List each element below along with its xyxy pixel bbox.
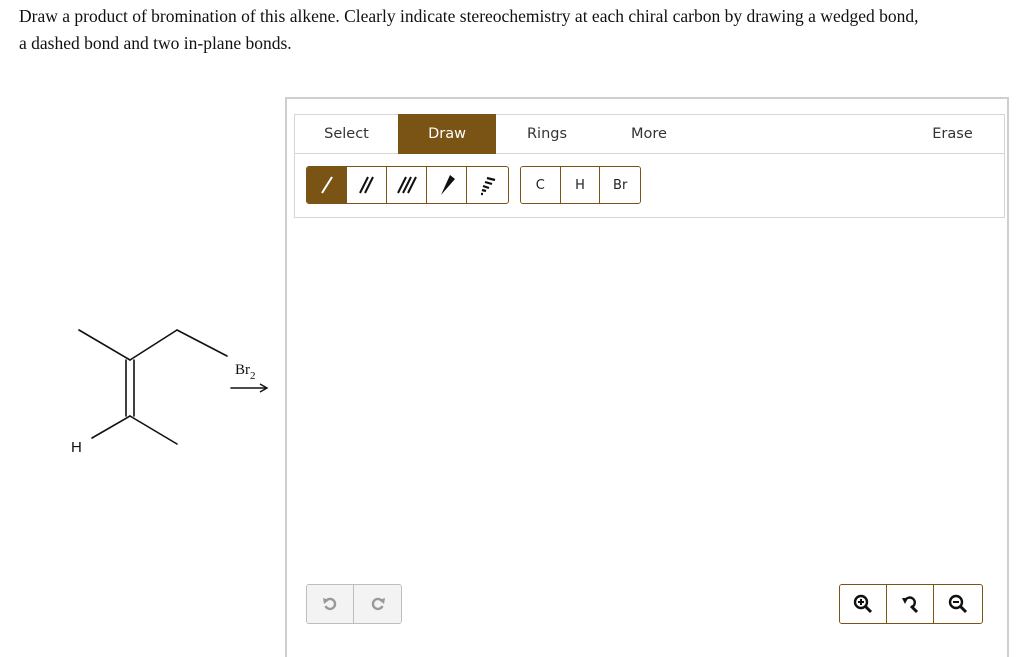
reagent-label: Br2: [235, 362, 256, 382]
atom-hydrogen-button[interactable]: H: [560, 167, 601, 203]
zoom-reset-icon[interactable]: [887, 585, 934, 623]
zoom-group: [839, 584, 983, 624]
tool-row: C H Br: [294, 154, 1005, 218]
tab-erase[interactable]: Erase: [899, 114, 1006, 154]
alkene-structure: H Br2: [71, 329, 269, 456]
hydrogen-label: H: [71, 439, 82, 456]
wedge-bond-icon[interactable]: [427, 167, 467, 203]
dash-bond-icon[interactable]: [467, 167, 507, 203]
atom-carbon-button[interactable]: C: [521, 167, 561, 203]
question-line-2: a dashed bond and two in-plane bonds.: [19, 33, 292, 53]
single-bond-icon[interactable]: [307, 167, 347, 203]
drawing-editor[interactable]: Select Draw Rings More Erase C H Br: [285, 97, 1009, 657]
question-line-1: Draw a product of bromination of this al…: [19, 6, 919, 26]
zoom-out-icon[interactable]: [934, 585, 981, 623]
redo-icon[interactable]: [354, 585, 401, 623]
tab-select[interactable]: Select: [295, 114, 398, 154]
bond-tool-group: [306, 166, 509, 204]
editor-tabbar: Select Draw Rings More Erase: [294, 114, 1005, 154]
reaction-scheme: H Br2: [60, 320, 280, 460]
atom-tool-group: C H Br: [520, 166, 641, 204]
triple-bond-icon[interactable]: [387, 167, 427, 203]
atom-bromine-button[interactable]: Br: [600, 167, 640, 203]
tab-rings[interactable]: Rings: [496, 114, 598, 154]
tab-more[interactable]: More: [598, 114, 700, 154]
undo-icon[interactable]: [307, 585, 354, 623]
question-text: Draw a product of bromination of this al…: [19, 3, 1014, 57]
double-bond-icon[interactable]: [347, 167, 387, 203]
history-group: [306, 584, 402, 624]
zoom-in-icon[interactable]: [840, 585, 887, 623]
tab-draw[interactable]: Draw: [398, 114, 496, 154]
